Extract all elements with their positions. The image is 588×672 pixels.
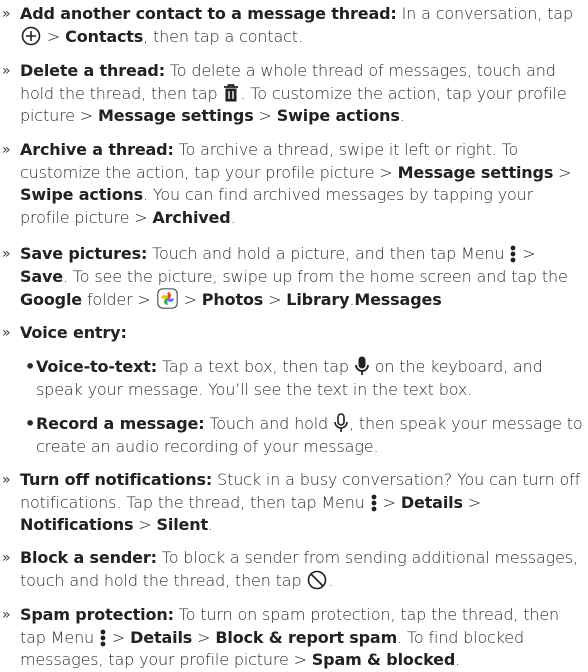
- block-icon: [308, 570, 327, 589]
- item-heading: Delete a thread:: [20, 61, 165, 80]
- add-circle-icon: [21, 26, 41, 45]
- list-item-turn-off-notifications: » Turn off notifications: Stuck in a bus…: [0, 469, 586, 537]
- bullet: »: [2, 6, 11, 22]
- bullet: »: [2, 325, 11, 341]
- more-vertical-icon: [510, 245, 516, 263]
- bullet: »: [2, 63, 11, 79]
- item-text: Record a message: Touch and hold , then …: [36, 413, 583, 456]
- bullet: »: [2, 472, 11, 488]
- item-heading: Block a sender:: [20, 548, 157, 567]
- bullet: »: [2, 246, 11, 262]
- item-text: Save pictures: Touch and hold a picture,…: [20, 244, 568, 309]
- item-text: Delete a thread: To delete a whole threa…: [20, 61, 567, 125]
- item-heading: Record a message:: [36, 414, 205, 433]
- bullet: »: [2, 607, 11, 623]
- bullet: •: [25, 414, 36, 433]
- item-heading: Add another contact to a message thread:: [20, 4, 397, 23]
- list-item-spam-protection: » Spam protection: To turn on spam prote…: [0, 604, 586, 672]
- list-item-save-pictures: » Save pictures: Touch and hold a pictur…: [0, 243, 586, 312]
- item-text: Voice entry:: [0, 322, 586, 345]
- item-text: Voice-to-text: Tap a text box, then tap …: [36, 356, 543, 399]
- list-item-archive-thread: » Archive a thread: To archive a thread,…: [0, 139, 586, 229]
- item-text: Archive a thread: To archive a thread, s…: [20, 140, 572, 227]
- item-heading: Spam protection:: [20, 605, 174, 624]
- list-item-record-message: • Record a message: Touch and hold , the…: [22, 413, 588, 458]
- item-text: Block a sender: To block a sender from s…: [20, 548, 578, 590]
- item-text: Turn off notifications: Stuck in a busy …: [20, 470, 581, 534]
- microphone-icon: [354, 356, 369, 375]
- record-mic-icon: [334, 413, 348, 432]
- more-vertical-icon: [100, 629, 106, 646]
- bullet: »: [2, 550, 11, 566]
- list-item-delete-thread: » Delete a thread: To delete a whole thr…: [0, 60, 586, 128]
- bullet: »: [2, 142, 11, 158]
- list-item-add-contact: » Add another contact to a message threa…: [0, 3, 586, 48]
- list-item-voice-to-text: • Voice-to-text: Tap a text box, then ta…: [22, 356, 588, 401]
- list-item-block-sender: » Block a sender: To block a sender from…: [0, 547, 586, 592]
- item-heading: Turn off notifications:: [20, 470, 213, 489]
- list-item-voice-entry: » Voice entry:: [0, 322, 586, 345]
- trash-icon: [224, 83, 239, 101]
- item-heading: Archive a thread:: [20, 140, 174, 159]
- item-text: Spam protection: To turn on spam protect…: [20, 605, 560, 669]
- bullet: •: [25, 357, 36, 376]
- item-heading: Save pictures:: [20, 244, 148, 263]
- item-text: Add another contact to a message thread:…: [20, 4, 573, 46]
- more-vertical-icon: [371, 494, 377, 511]
- document-page: » Add another contact to a message threa…: [0, 0, 588, 669]
- google-photos-icon: [156, 288, 178, 309]
- item-heading: Voice-to-text:: [36, 357, 158, 376]
- item-heading: Voice entry:: [20, 323, 127, 342]
